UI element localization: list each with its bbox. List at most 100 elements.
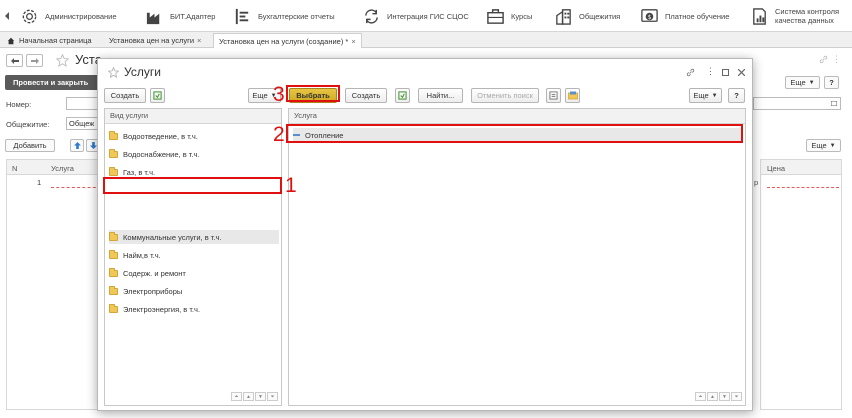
right-more-button[interactable]: Еще ▼ — [689, 88, 722, 103]
tab-price-setup[interactable]: Установка цен на услуги × — [104, 33, 206, 48]
highlight-step-1 — [103, 177, 282, 194]
button-label: Еще — [790, 78, 806, 87]
section-label: Бухгалтерские отчеты — [258, 11, 335, 21]
folder-icon — [109, 231, 118, 241]
close-icon[interactable]: × — [197, 36, 201, 45]
scroll-top-icon[interactable]: ⏶ — [695, 392, 706, 401]
number-field[interactable] — [66, 97, 100, 110]
list-view-button[interactable] — [546, 88, 561, 103]
dialog-title: Услуги — [108, 65, 161, 79]
dialog-title-text: Услуги — [124, 65, 161, 79]
help-button[interactable]: ? — [824, 76, 839, 89]
tree-item-folder[interactable]: Водоснабжение, в т.ч. — [109, 147, 279, 161]
gear-icon — [22, 9, 37, 23]
folder-icon — [109, 249, 118, 259]
star-icon[interactable] — [108, 66, 119, 78]
tab-label: Начальная страница — [19, 36, 92, 45]
maximize-icon[interactable] — [722, 69, 729, 76]
table-row[interactable]: 1 — [7, 175, 101, 188]
section-administration[interactable]: Администрирование — [20, 0, 117, 32]
more-button[interactable]: Еще ▼ — [785, 76, 820, 89]
section-data-quality[interactable]: Система контроля качества данных — [750, 0, 839, 32]
tree-item-label: Электроэнергия, в т.ч. — [123, 304, 201, 314]
tree-item-folder[interactable]: Найм,в т.ч. — [109, 248, 279, 262]
row-number: 1 — [37, 178, 42, 187]
service-types-tree: Вид услуги Водоотведение, в т.ч. Водосна… — [104, 108, 282, 406]
scroll-up-icon[interactable]: ▲ — [243, 392, 254, 401]
services-selection-dialog: Услуги ⋮ Создать Еще ▼ Выбрать Создать На… — [97, 58, 753, 411]
tab-home[interactable]: Начальная страница — [2, 33, 97, 48]
section-bit-adapter[interactable]: БИТ.Адаптер — [145, 0, 215, 32]
services-table-header-right: Цена — [760, 159, 842, 175]
factory-icon — [146, 12, 160, 24]
tab-label: Установка цен на услуги — [109, 36, 195, 45]
calendar-icon[interactable] — [831, 101, 837, 106]
tree-item-folder-selected[interactable]: Коммунальные услуги, в т.ч. — [109, 230, 279, 244]
sections-scroll-left[interactable] — [4, 0, 16, 32]
tree-item-folder[interactable]: Электроприборы — [109, 284, 279, 298]
tab-price-setup-create[interactable]: Установка цен на услуги (создание) * × — [213, 33, 362, 48]
close-icon[interactable] — [738, 69, 745, 76]
section-label: Платное обучение — [665, 11, 730, 21]
link-icon[interactable] — [819, 55, 828, 64]
section-dormitories[interactable]: Общежития — [554, 0, 620, 32]
add-button[interactable]: Добавить — [5, 139, 55, 152]
tab-strip: Начальная страница Установка цен на услу… — [0, 32, 852, 48]
section-label: Система контроля качества данных — [775, 7, 839, 25]
more-actions-icon[interactable]: ⋮ — [832, 54, 841, 65]
create-button[interactable]: Создать — [345, 88, 387, 103]
clipped-text: р — [754, 178, 759, 187]
section-gis-integration[interactable]: Интеграция ГИС СЦОС — [362, 0, 469, 32]
more-actions-icon[interactable]: ⋮ — [706, 66, 715, 77]
tree-item-folder[interactable]: Электроэнергия, в т.ч. — [109, 302, 279, 316]
back-button[interactable] — [6, 54, 23, 67]
help-button[interactable]: ? — [728, 88, 745, 103]
copy-button[interactable] — [395, 88, 410, 103]
scroll-up-icon[interactable]: ▲ — [707, 392, 718, 401]
scroll-bottom-icon[interactable]: ⏷ — [731, 392, 742, 401]
tree-item-label: Найм,в т.ч. — [123, 250, 161, 260]
section-label: Общежития — [579, 11, 621, 21]
chevron-down-icon: ▼ — [829, 142, 836, 149]
dormitory-field[interactable]: Общеж — [66, 117, 100, 130]
section-label: Интеграция ГИС СЦОС — [387, 11, 469, 21]
cancel-search-button[interactable]: Отменить поиск — [471, 88, 539, 103]
tree-item-label: Газ, в т.ч. — [123, 167, 156, 177]
chevron-down-icon: ▼ — [711, 92, 718, 99]
create-group-button[interactable]: Создать — [104, 88, 146, 103]
scroll-down-icon[interactable]: ▼ — [719, 392, 730, 401]
close-icon[interactable]: × — [351, 37, 355, 46]
forward-button[interactable] — [26, 54, 43, 67]
button-label: Еще — [811, 141, 827, 150]
services-list: Услуга Отопление ⏶ ▲ ▼ ⏷ — [288, 108, 746, 406]
column-service-type: Вид услуги — [105, 109, 281, 124]
move-up-button[interactable] — [70, 139, 84, 152]
scroll-down-icon[interactable]: ▼ — [255, 392, 266, 401]
copy-group-button[interactable] — [150, 88, 165, 103]
number-field-right[interactable] — [753, 97, 841, 110]
scroll-top-icon[interactable]: ⏶ — [231, 392, 242, 401]
step-number-1: 1 — [285, 174, 297, 197]
table-more-button[interactable]: Еще ▼ — [806, 139, 841, 152]
star-icon[interactable] — [56, 54, 69, 67]
section-courses[interactable]: Курсы — [486, 0, 532, 32]
find-button[interactable]: Найти... — [418, 88, 463, 103]
section-label-line1: Система контроля — [775, 7, 840, 16]
building-icon — [556, 8, 571, 25]
tree-item-folder[interactable]: Водоотведение, в т.ч. — [109, 129, 279, 143]
button-label: Еще — [252, 91, 268, 100]
column-n: N — [12, 164, 18, 173]
services-table: 1 — [6, 175, 101, 410]
hierarchy-view-button[interactable] — [565, 88, 580, 103]
tree-item-folder[interactable]: Содерж. и ремонт — [109, 266, 279, 280]
required-field-marker — [767, 187, 839, 188]
link-icon[interactable] — [686, 68, 695, 77]
scroll-bottom-icon[interactable]: ⏷ — [267, 392, 278, 401]
folder-icon — [109, 267, 118, 277]
section-paid-education[interactable]: $ Платное обучение — [640, 0, 729, 32]
section-label-line2: качества данных — [775, 16, 834, 25]
services-table-right — [760, 175, 842, 410]
tree-item-label: Содерж. и ремонт — [123, 268, 186, 278]
section-accounting-reports[interactable]: Бухгалтерские отчеты — [233, 0, 335, 32]
post-and-close-button[interactable]: Провести и закрыть — [5, 75, 99, 90]
